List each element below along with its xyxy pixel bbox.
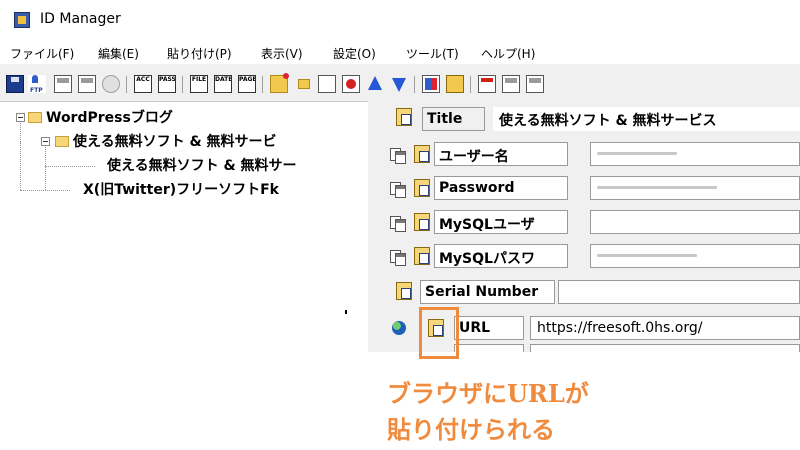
list-icon[interactable] bbox=[502, 75, 520, 93]
move-down-icon[interactable] bbox=[390, 75, 408, 93]
paste-icon[interactable] bbox=[414, 213, 430, 231]
menu-settings[interactable]: 設定(O) bbox=[333, 45, 376, 62]
url-label: URL bbox=[454, 316, 524, 340]
file-icon[interactable]: FILE bbox=[190, 75, 208, 93]
tree-line bbox=[20, 190, 70, 191]
menu-edit[interactable]: 編集(E) bbox=[98, 45, 139, 62]
username-field[interactable] bbox=[590, 142, 800, 166]
pane-marker bbox=[345, 310, 347, 314]
mysql-pass-label: MySQLパスワ bbox=[434, 244, 568, 268]
menu-view[interactable]: 表示(V) bbox=[261, 45, 303, 62]
copy-icon[interactable] bbox=[390, 180, 406, 198]
mysql-pass-field[interactable] bbox=[590, 244, 800, 268]
new-page-icon[interactable] bbox=[318, 75, 336, 93]
generate-icon[interactable] bbox=[54, 75, 72, 93]
paste-icon[interactable] bbox=[414, 247, 430, 265]
mysql-user-field[interactable] bbox=[590, 210, 800, 234]
delete-icon[interactable] bbox=[342, 75, 360, 93]
ftp-icon[interactable] bbox=[28, 75, 46, 94]
pane-divider[interactable] bbox=[368, 101, 380, 352]
title-bar: ID Manager bbox=[0, 0, 800, 41]
new-folder-icon[interactable] bbox=[270, 73, 289, 93]
paste-icon-highlight bbox=[419, 307, 459, 359]
toolbar: ACC PASS FILE DATE PAGE bbox=[0, 70, 800, 98]
globe-icon[interactable] bbox=[392, 321, 406, 335]
warning-icon[interactable] bbox=[446, 75, 464, 93]
multi-icon[interactable] bbox=[422, 75, 440, 93]
generate-icon-2[interactable] bbox=[78, 75, 96, 93]
mysql-user-label: MySQLユーザ bbox=[434, 210, 568, 234]
paste-icon[interactable] bbox=[396, 108, 412, 126]
collapse-icon[interactable] bbox=[41, 137, 50, 146]
menu-file[interactable]: ファイル(F) bbox=[10, 45, 74, 62]
redacted-text bbox=[597, 152, 677, 155]
paste-icon[interactable] bbox=[414, 179, 430, 197]
print-icon[interactable] bbox=[102, 75, 120, 93]
window-title: ID Manager bbox=[40, 11, 121, 27]
toolbar-separator bbox=[470, 76, 471, 93]
date-icon[interactable]: DATE bbox=[214, 75, 232, 93]
title-label: Title bbox=[422, 107, 485, 131]
menu-help[interactable]: ヘルプ(H) bbox=[481, 45, 535, 62]
page-icon[interactable]: PAGE bbox=[238, 75, 256, 93]
paste-icon[interactable] bbox=[396, 282, 412, 300]
annotation-line-1: ブラウザにURLが bbox=[387, 379, 589, 408]
tree-node-entry[interactable]: 使える無料ソフト & 無料サー bbox=[107, 155, 297, 175]
next-row-field[interactable] bbox=[530, 344, 800, 352]
collapse-icon[interactable] bbox=[16, 113, 25, 122]
serial-label: Serial Number bbox=[420, 280, 555, 304]
toolbar-separator bbox=[126, 76, 127, 93]
note-icon[interactable] bbox=[478, 75, 496, 93]
toolbar-separator bbox=[262, 76, 263, 93]
save-icon[interactable] bbox=[6, 75, 24, 93]
toolbar-separator bbox=[414, 76, 415, 93]
url-field[interactable]: https://freesoft.0hs.org/ bbox=[530, 316, 800, 340]
title-value[interactable]: 使える無料ソフト & 無料サービス bbox=[493, 107, 800, 131]
tree-node-sibling[interactable]: X(旧Twitter)フリーソフトFk bbox=[83, 179, 279, 199]
move-folder-icon[interactable] bbox=[294, 75, 312, 93]
username-label: ユーザー名 bbox=[434, 142, 568, 166]
copy-icon[interactable] bbox=[390, 214, 406, 232]
menu-paste[interactable]: 貼り付け(P) bbox=[167, 45, 232, 62]
tree-line bbox=[20, 142, 21, 190]
id-manager-window: ID Manager ファイル(F) 編集(E) 貼り付け(P) 表示(V) 設… bbox=[0, 0, 800, 352]
redacted-text bbox=[597, 254, 697, 257]
menu-bar: ファイル(F) 編集(E) 貼り付け(P) 表示(V) 設定(O) ツール(T)… bbox=[0, 40, 800, 64]
tree-line bbox=[45, 166, 95, 167]
folder-icon bbox=[55, 136, 69, 147]
annotation-line-2: 貼り付けられる bbox=[387, 415, 555, 444]
copy-icon[interactable] bbox=[390, 248, 406, 266]
pass-icon[interactable]: PASS bbox=[158, 75, 176, 93]
acc-icon[interactable]: ACC bbox=[134, 75, 152, 93]
redacted-text bbox=[597, 186, 717, 189]
list-icon-2[interactable] bbox=[526, 75, 544, 93]
paste-icon[interactable] bbox=[414, 145, 430, 163]
password-label: Password bbox=[434, 176, 568, 200]
toolbar-separator bbox=[182, 76, 183, 93]
move-up-icon[interactable] bbox=[366, 75, 384, 93]
next-row-label bbox=[454, 344, 524, 352]
password-field[interactable] bbox=[590, 176, 800, 200]
serial-field[interactable] bbox=[558, 280, 800, 304]
menu-tools[interactable]: ツール(T) bbox=[406, 45, 459, 62]
tree-node-root[interactable]: WordPressブログ bbox=[46, 107, 173, 127]
tree-node-category[interactable]: 使える無料ソフト & 無料サービ bbox=[73, 131, 277, 151]
copy-icon[interactable] bbox=[390, 146, 406, 164]
folder-tree: WordPressブログ 使える無料ソフト & 無料サービ 使える無料ソフト &… bbox=[0, 101, 368, 352]
app-icon bbox=[14, 12, 30, 28]
folder-icon bbox=[28, 112, 42, 123]
